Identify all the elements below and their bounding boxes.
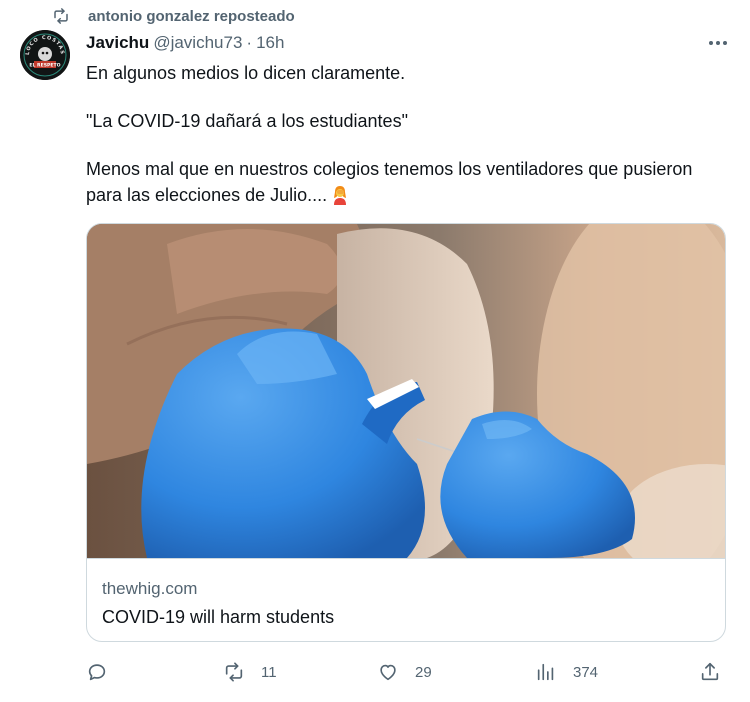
retweet-button[interactable]: 11 (223, 657, 277, 687)
share-icon (701, 662, 719, 681)
avatar-badge-text: EL RESPETO (29, 62, 60, 68)
tweet-line: Menos mal que en nuestros colegios tenem… (86, 159, 693, 205)
tweet-line: En algunos medios lo dicen claramente. (86, 63, 406, 83)
link-card[interactable]: thewhig.com COVID-19 will harm students (86, 223, 726, 642)
reply-button[interactable] (86, 657, 124, 687)
tweet[interactable]: antonio gonzalez reposteado LOCO COSTAS … (0, 0, 750, 702)
separator-dot: · (246, 33, 253, 52)
retweet-icon (225, 662, 243, 682)
views-icon (537, 663, 554, 681)
avatar[interactable]: LOCO COSTAS EL RESPETO (20, 30, 70, 80)
share-button[interactable] (699, 657, 721, 687)
card-footer[interactable]: thewhig.com COVID-19 will harm students (87, 558, 725, 641)
like-count: 29 (415, 663, 432, 681)
like-button[interactable]: 29 (377, 657, 432, 687)
views-count: 374 (573, 663, 599, 681)
repost-icon (52, 7, 70, 25)
card-domain: thewhig.com (102, 579, 198, 598)
timestamp[interactable]: 16h (256, 33, 284, 53)
views-button[interactable]: 374 (535, 657, 598, 687)
repost-text: antonio gonzalez reposteado (88, 7, 295, 25)
reply-icon (88, 664, 106, 681)
woman-facepalming-emoji (331, 185, 349, 205)
tweet-header: Javichu @javichu73 · 16h (86, 31, 284, 55)
display-name[interactable]: Javichu (86, 33, 149, 53)
repost-indicator[interactable]: antonio gonzalez reposteado (52, 6, 295, 26)
tweet-line: "La COVID-19 dañará a los estudiantes" (86, 111, 408, 131)
more-options-icon[interactable] (708, 33, 728, 53)
tweet-actions: 11 29 374 (86, 657, 726, 687)
card-image[interactable] (87, 224, 725, 558)
card-title: COVID-19 will harm students (102, 607, 335, 627)
tweet-text: En algunos medios lo dicen claramente. "… (86, 60, 706, 208)
heart-icon (380, 664, 396, 681)
retweet-count: 11 (261, 663, 277, 681)
handle[interactable]: @javichu73 (153, 33, 242, 53)
